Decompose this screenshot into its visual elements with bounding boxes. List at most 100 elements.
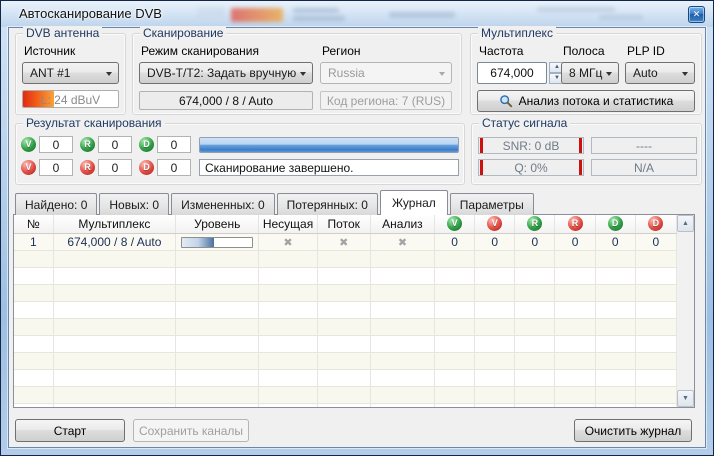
vertical-scrollbar[interactable]: ▲ ▼ (677, 215, 694, 407)
group-dvb-antenna: DVB антенна Источник ANT #1 L: 24 dBuV (15, 33, 126, 115)
bandwidth-select[interactable]: 8 МГц (561, 62, 619, 84)
save-channels-label: Сохранить каналы (139, 424, 243, 438)
scan-mode-select[interactable]: DVB-T/T2: Задать вручную (139, 62, 313, 84)
cell-count: 0 (435, 233, 475, 250)
radio-ok-icon: R (527, 216, 542, 231)
group-label: Мультиплекс (478, 26, 556, 40)
row-level-fill (182, 238, 214, 247)
plp-label: PLP ID (627, 44, 665, 58)
tab-label: Найдено: 0 (25, 198, 87, 212)
radio-found-count: 0 (98, 136, 132, 153)
tab-journal[interactable]: Журнал (380, 190, 448, 215)
scan-mode-label: Режим сканирования (141, 44, 259, 58)
region-select: Russia (320, 62, 452, 84)
chevron-down-icon (300, 72, 306, 76)
titlebar-ghost (599, 15, 643, 20)
empty-row (14, 267, 677, 284)
scan-freq-info: 674,000 / 8 / Auto (139, 91, 313, 110)
tab-strip: Найдено: 0 Новых: 0 Измененных: 0 Потеря… (15, 190, 536, 215)
radio-ok-icon: R (80, 137, 95, 152)
table-row[interactable]: 1 674,000 / 8 / Auto ✖ ✖ ✖ 0 0 0 0 0 0 (14, 233, 677, 250)
analyze-stream-button[interactable]: Анализ потока и статистика (477, 90, 695, 112)
video-fail-icon: V (21, 160, 36, 175)
data-ok-icon: D (139, 137, 154, 152)
antenna-level-text: L: 24 dBuV (23, 93, 118, 107)
tab-changed[interactable]: Измененных: 0 (171, 193, 275, 215)
titlebar-ghost (293, 16, 345, 21)
col-data-ok[interactable]: D (595, 215, 635, 233)
scroll-up-icon[interactable]: ▲ (677, 215, 694, 232)
scan-status-text: Сканирование завершено. (199, 159, 459, 176)
col-data-fail[interactable]: D (635, 215, 676, 233)
tab-parameters[interactable]: Параметры (450, 193, 534, 215)
bandwidth-label: Полоса (563, 44, 605, 58)
cell-stream: ✖ (317, 233, 370, 250)
dialog-window: Автосканирование DVB ✕ DVB антенна Источ… (0, 0, 714, 456)
chevron-down-icon (106, 72, 112, 76)
plp-select[interactable]: Auto (625, 62, 695, 84)
cell-count: 0 (475, 233, 515, 250)
analyze-stream-label: Анализ потока и статистика (519, 94, 674, 108)
group-scan-result: Результат сканирования V 0 R 0 D 0 V 0 R… (15, 123, 465, 185)
clear-journal-label: Очистить журнал (585, 424, 682, 438)
col-carrier[interactable]: Несущая (259, 215, 317, 233)
table-header-row: № Мультиплекс Уровень Несущая Поток Анал… (14, 215, 677, 233)
data-found-count: 0 (157, 136, 191, 153)
empty-row (14, 369, 677, 386)
empty-row (14, 318, 677, 335)
magnifier-icon (499, 94, 513, 108)
col-video-ok[interactable]: V (435, 215, 475, 233)
start-button[interactable]: Старт (15, 419, 125, 442)
titlebar-ghost (293, 8, 339, 13)
empty-row (14, 403, 677, 408)
region-label: Регион (322, 44, 361, 58)
empty-row (14, 301, 677, 318)
titlebar[interactable]: Автосканирование DVB ✕ (1, 1, 713, 27)
col-stream[interactable]: Поток (317, 215, 370, 233)
empty-row (14, 335, 677, 352)
journal-table: № Мультиплекс Уровень Несущая Поток Анал… (14, 215, 677, 408)
group-scanning: Сканирование Режим сканирования DVB-T/T2… (132, 33, 462, 115)
col-video-fail[interactable]: V (475, 215, 515, 233)
data-ok-icon: D (608, 216, 623, 231)
frequency-input[interactable] (477, 62, 547, 84)
radio-fail-icon: R (80, 160, 95, 175)
tab-lost[interactable]: Потерянных: 0 (277, 193, 378, 215)
tab-found[interactable]: Найдено: 0 (15, 193, 97, 215)
col-multiplex[interactable]: Мультиплекс (53, 215, 175, 233)
radio-fail-icon: R (568, 216, 583, 231)
scroll-down-icon[interactable]: ▼ (677, 390, 694, 407)
scan-progress-bar (199, 137, 459, 153)
video-found-count: 0 (39, 136, 73, 153)
col-number[interactable]: № (14, 215, 53, 233)
tab-label: Новых: 0 (109, 198, 159, 212)
scan-progress-fill (200, 138, 458, 152)
snr-field: SNR: 0 dB (478, 137, 584, 154)
chevron-down-icon (439, 72, 445, 76)
cell-carrier: ✖ (259, 233, 317, 250)
close-button[interactable]: ✕ (688, 6, 705, 23)
clear-journal-button[interactable]: Очистить журнал (574, 419, 692, 442)
antenna-source-select[interactable]: ANT #1 (22, 62, 119, 84)
data-fail-icon: D (139, 160, 154, 175)
col-level[interactable]: Уровень (176, 215, 259, 233)
group-signal-status: Статус сигнала SNR: 0 dB ---- Q: 0% N/A (471, 123, 702, 185)
cell-count: 0 (635, 233, 676, 250)
row-level-bar (181, 237, 253, 248)
scan-mode-value: DVB-T/T2: Задать вручную (147, 66, 296, 80)
group-label: Сканирование (140, 26, 226, 40)
data-fail-icon: D (648, 216, 663, 231)
plp-value: Auto (633, 66, 658, 80)
cell-count: 0 (555, 233, 595, 250)
video-fail-icon: V (487, 216, 502, 231)
col-analysis[interactable]: Анализ (370, 215, 434, 233)
tab-new[interactable]: Новых: 0 (99, 193, 169, 215)
ber-field: N/A (591, 159, 697, 176)
col-radio-fail[interactable]: R (555, 215, 595, 233)
empty-row (14, 386, 677, 403)
region-code-field: Код региона: 7 (RUS) (320, 91, 452, 110)
col-radio-ok[interactable]: R (515, 215, 555, 233)
cell-count: 0 (515, 233, 555, 250)
video-lost-count: 0 (39, 159, 73, 176)
cell-count: 0 (595, 233, 635, 250)
